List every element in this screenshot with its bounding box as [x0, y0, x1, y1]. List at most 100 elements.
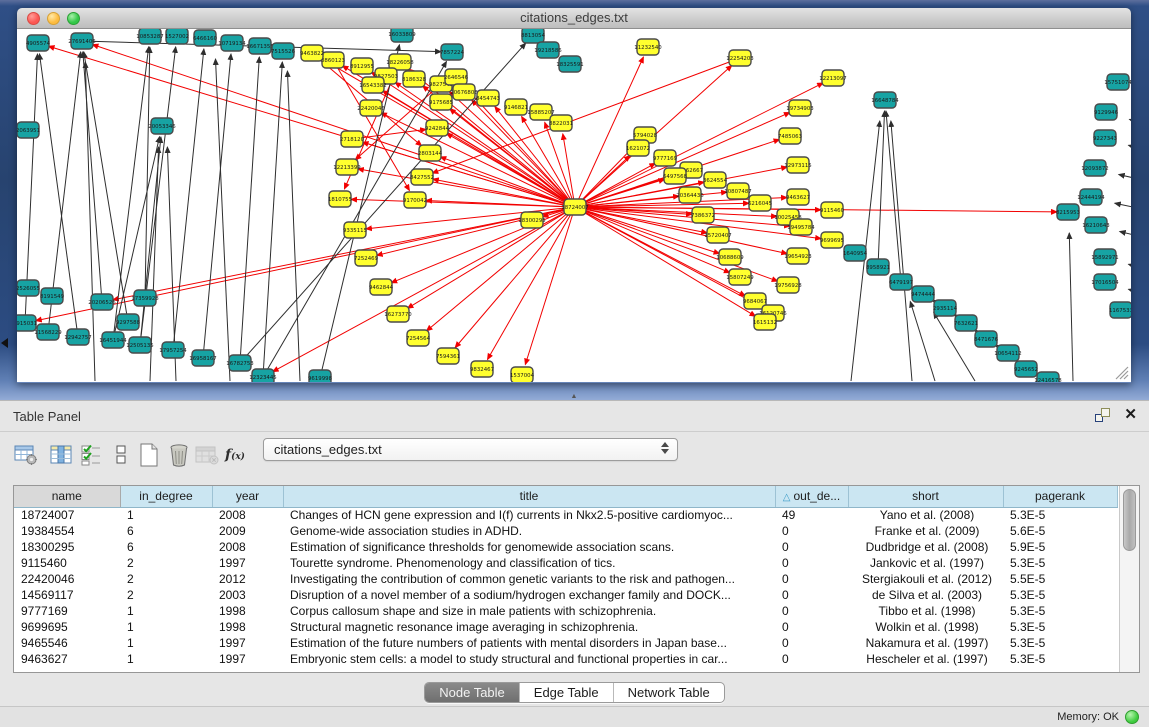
network-view-window[interactable]: citations_edges.txt 18724007886012389129…: [17, 8, 1131, 383]
graph-node[interactable]: 20053346: [148, 118, 176, 134]
graph-node[interactable]: 6466160: [193, 30, 218, 46]
graph-node[interactable]: 16210643: [1082, 217, 1109, 233]
graph-node[interactable]: 6216045: [748, 195, 772, 211]
graph-node[interactable]: 18325591: [556, 56, 583, 72]
table-row[interactable]: 1872400712008Changes of HCN gene express…: [14, 507, 1117, 523]
graph-node[interactable]: 3624554: [703, 172, 728, 188]
network-canvas[interactable]: 1872400788601238912955182260589827503165…: [17, 29, 1131, 382]
close-panel-icon[interactable]: ✕: [1124, 407, 1137, 422]
function-builder-icon[interactable]: f(x): [220, 439, 250, 471]
graph-node[interactable]: 9619998: [308, 370, 333, 382]
graph-node[interactable]: 9129946: [1094, 104, 1119, 120]
graph-node[interactable]: 16451944: [99, 332, 127, 348]
graph-node[interactable]: 16543382: [359, 77, 386, 93]
graph-node[interactable]: 8813054: [521, 29, 546, 43]
graph-node[interactable]: 15751074: [1104, 74, 1131, 90]
graph-node[interactable]: 16958167: [189, 350, 216, 366]
zoom-window-button[interactable]: [67, 12, 80, 25]
table-row[interactable]: 1456911722003Disruption of a novel membe…: [14, 587, 1117, 603]
graph-node[interactable]: 9297588: [116, 314, 141, 330]
graph-node[interactable]: 7857224: [440, 44, 465, 60]
table-scrollbar[interactable]: [1119, 486, 1139, 672]
graph-node[interactable]: 4905574: [26, 35, 51, 51]
hide-panel-arrow-icon[interactable]: [1, 338, 8, 348]
graph-node[interactable]: 17016504: [1091, 274, 1119, 290]
graph-node[interactable]: 9227343: [1093, 130, 1117, 146]
graph-node[interactable]: 9175685: [429, 94, 453, 110]
graph-node[interactable]: 12942757: [64, 329, 91, 345]
graph-node[interactable]: 10654112: [994, 345, 1021, 361]
graph-node[interactable]: 8958921: [866, 259, 890, 275]
graph-node[interactable]: 19756928: [774, 277, 802, 293]
graph-node[interactable]: 16648784: [871, 92, 899, 108]
graph-node[interactable]: 9463627: [786, 189, 810, 205]
graph-node[interactable]: 2935114: [933, 300, 958, 316]
column-header-short[interactable]: short: [848, 486, 1003, 507]
graph-node[interactable]: 6497568: [663, 168, 688, 184]
graph-node[interactable]: 9463822: [300, 45, 324, 61]
graph-node[interactable]: 18300295: [518, 212, 545, 228]
graph-node[interactable]: 8912955: [350, 58, 374, 74]
column-header-title[interactable]: title: [283, 486, 775, 507]
resize-grip-icon[interactable]: [1113, 364, 1129, 380]
graph-node[interactable]: 2526055: [17, 280, 40, 296]
column-header-year[interactable]: year: [212, 486, 283, 507]
graph-node[interactable]: 8215953: [1056, 204, 1080, 220]
graph-node[interactable]: 20206526: [88, 294, 116, 310]
graph-node[interactable]: 1615132: [753, 314, 777, 330]
graph-node[interactable]: 10688609: [716, 249, 744, 265]
graph-node[interactable]: 27691406: [68, 33, 96, 49]
column-header-pagerank[interactable]: pagerank: [1003, 486, 1117, 507]
scrollbar-thumb[interactable]: [1123, 489, 1136, 551]
graph-node[interactable]: 17957254: [159, 342, 187, 358]
graph-node[interactable]: 16033809: [388, 29, 416, 42]
window-titlebar[interactable]: citations_edges.txt: [17, 8, 1131, 29]
table-selector-dropdown[interactable]: citations_edges.txt: [263, 438, 678, 461]
graph-node[interactable]: 1167533: [1109, 302, 1131, 318]
tab-edge-table[interactable]: Edge Table: [520, 683, 614, 702]
graph-node[interactable]: 9699695: [820, 232, 844, 248]
row-height-icon[interactable]: [106, 439, 136, 471]
graph-node[interactable]: 7254564: [406, 330, 431, 346]
close-window-button[interactable]: [27, 12, 40, 25]
graph-node[interactable]: 9245652: [1014, 361, 1038, 377]
tab-node-table[interactable]: Node Table: [425, 683, 520, 702]
graph-node[interactable]: 6479197: [889, 274, 913, 290]
graph-node[interactable]: 10853287: [136, 29, 163, 44]
show-column-icon[interactable]: [46, 439, 76, 471]
float-window-icon[interactable]: [1095, 408, 1110, 422]
graph-node[interactable]: 15892971: [1091, 249, 1118, 265]
minimize-window-button[interactable]: [47, 12, 60, 25]
graph-node[interactable]: 7485063: [778, 128, 802, 144]
graph-node[interactable]: 9242844: [425, 120, 450, 136]
graph-node[interactable]: 10807487: [724, 183, 751, 199]
graph-node[interactable]: 9474444: [911, 286, 936, 302]
table-row[interactable]: 977716911998Corpus callosum shape and si…: [14, 603, 1117, 619]
graph-node[interactable]: 19734903: [786, 100, 813, 116]
graph-node[interactable]: 16671355: [246, 38, 273, 54]
graph-node[interactable]: 12213399: [333, 159, 361, 175]
graph-node[interactable]: 15720407: [704, 227, 731, 243]
table-row[interactable]: 946554611997Estimation of the future num…: [14, 635, 1117, 651]
column-header-name[interactable]: name: [14, 486, 120, 507]
graph-node[interactable]: 3915031: [17, 315, 37, 331]
graph-node[interactable]: 22420046: [357, 100, 385, 116]
graph-node[interactable]: 8186328: [402, 71, 427, 87]
graph-node[interactable]: 19654923: [784, 248, 811, 264]
graph-node[interactable]: 7594361: [436, 348, 460, 364]
graph-node[interactable]: 7386372: [691, 207, 715, 223]
table-row[interactable]: 969969511998Structural magnetic resonanc…: [14, 619, 1117, 635]
graph-node[interactable]: 9170042: [403, 192, 427, 208]
graph-node[interactable]: 12973115: [784, 157, 811, 173]
select-columns-icon[interactable]: [76, 439, 106, 471]
citation-graph[interactable]: 1872400788601238912955182260589827503165…: [17, 29, 1131, 382]
graph-node[interactable]: 12093872: [1081, 160, 1108, 176]
graph-node[interactable]: 12323445: [249, 369, 276, 382]
table-row[interactable]: 911546021997Tourette syndrome. Phenomeno…: [14, 555, 1117, 571]
table-row[interactable]: 1938455462009Genome-wide association stu…: [14, 523, 1117, 539]
graph-node[interactable]: 1621072: [626, 140, 650, 156]
column-header-in_degree[interactable]: in_degree: [120, 486, 212, 507]
graph-node[interactable]: 9832467: [470, 361, 494, 377]
graph-node[interactable]: 12416578: [1034, 372, 1062, 382]
graph-node[interactable]: 2718120: [340, 131, 365, 147]
